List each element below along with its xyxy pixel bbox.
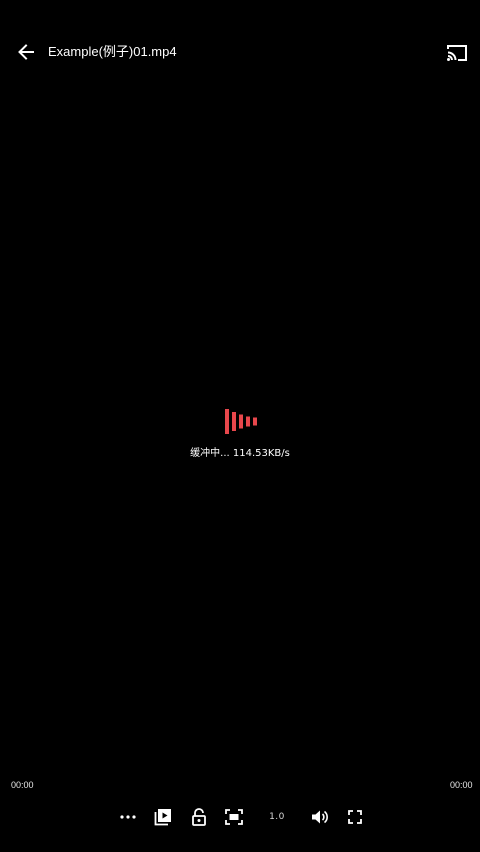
bottom-controls: 1.0 <box>0 800 480 834</box>
cast-button[interactable] <box>444 40 470 66</box>
more-button[interactable] <box>115 804 141 830</box>
current-time: 00:00 <box>11 780 34 790</box>
more-horizontal-icon <box>120 815 136 819</box>
loading-bars-icon <box>225 409 257 434</box>
screenshot-button[interactable] <box>221 804 247 830</box>
playlist-play-icon <box>154 809 171 826</box>
cast-icon <box>447 45 467 61</box>
fullscreen-button[interactable] <box>342 804 368 830</box>
unlock-icon <box>192 808 206 826</box>
volume-icon <box>312 810 328 824</box>
lock-button[interactable] <box>186 804 212 830</box>
playlist-button[interactable] <box>150 804 176 830</box>
fullscreen-icon <box>348 810 362 824</box>
video-title: Example(例子)01.mp4 <box>48 44 177 59</box>
back-button[interactable] <box>12 38 40 66</box>
playback-speed-button[interactable]: 1.0 <box>264 804 290 830</box>
buffering-status-text: 缓冲中... 114.53KB/s <box>190 448 290 459</box>
volume-button[interactable] <box>307 804 333 830</box>
screen-capture-icon <box>225 809 243 825</box>
arrow-left-icon <box>18 44 34 60</box>
top-bar: Example(例子)01.mp4 <box>0 0 480 106</box>
total-time: 00:00 <box>450 780 473 790</box>
buffering-indicator: 缓冲中... 114.53KB/s <box>140 408 340 468</box>
